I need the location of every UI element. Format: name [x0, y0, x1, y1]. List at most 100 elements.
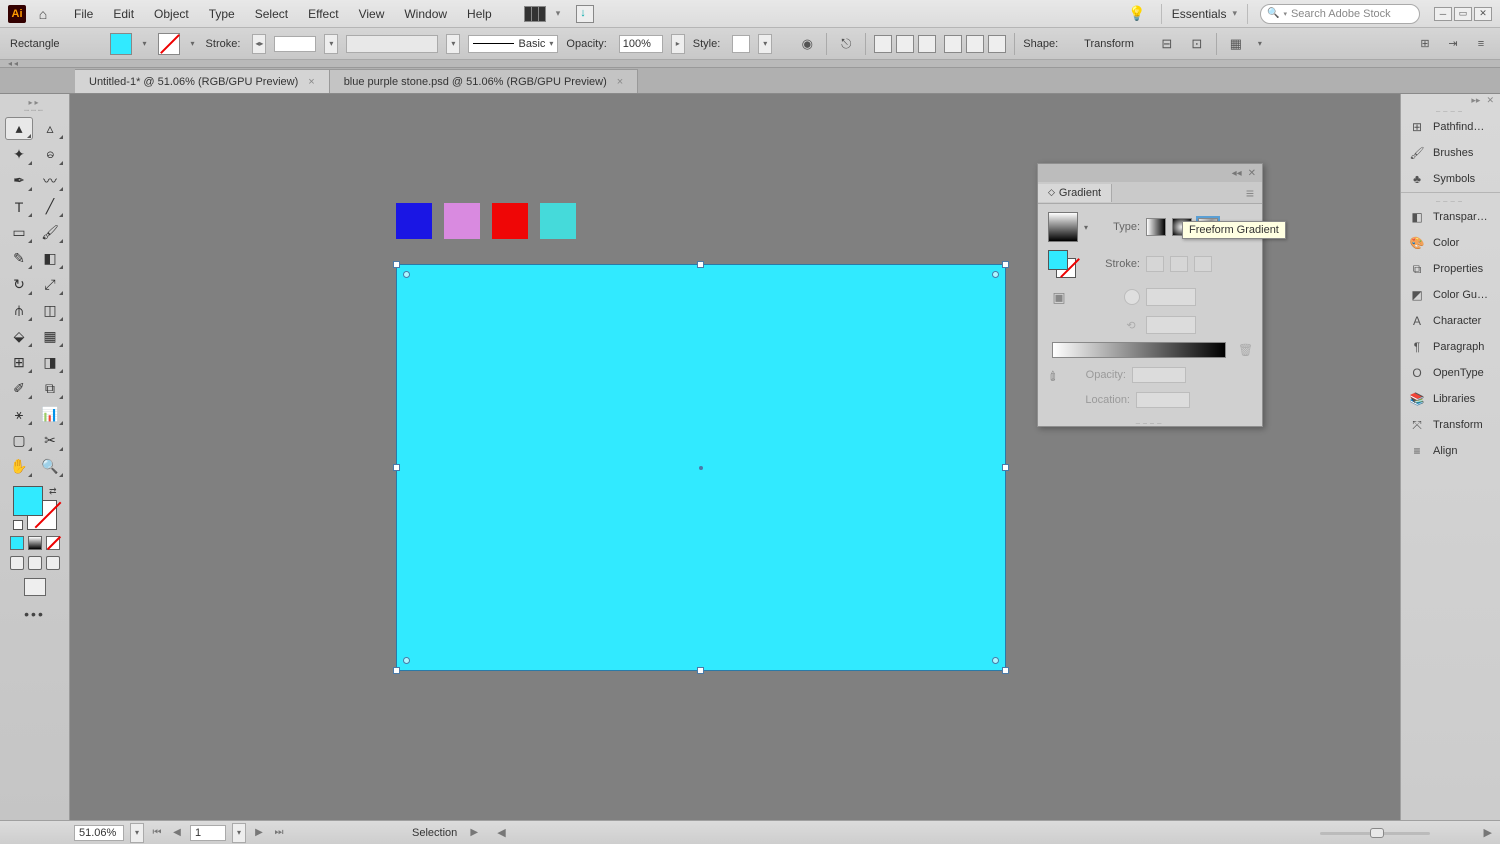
panel-grip[interactable]: ▸▸ — [28, 98, 40, 106]
last-artboard-button[interactable]: ⏭ — [272, 826, 286, 840]
pen-tool[interactable]: ✒ — [5, 169, 33, 192]
panel-menu-icon[interactable]: ≡ — [1238, 185, 1262, 201]
stop-opacity-dropdown[interactable] — [1132, 367, 1186, 383]
magic-wand-tool[interactable]: ✦ — [5, 143, 33, 166]
resize-handle-s[interactable] — [697, 667, 704, 674]
align-to-icon[interactable]: ⎋ — [835, 33, 857, 55]
variable-width-profile[interactable] — [346, 35, 438, 53]
resize-handle-w[interactable] — [393, 464, 400, 471]
panel-grip[interactable]: ┈┈┈ — [24, 106, 44, 114]
panel-libraries[interactable]: 📚Libraries — [1401, 386, 1500, 412]
prev-artboard-button[interactable]: ◀ — [170, 826, 184, 840]
panel-character[interactable]: ACharacter — [1401, 308, 1500, 334]
variable-width-dropdown[interactable]: ▾ — [446, 34, 460, 54]
horizontal-scrollbar[interactable] — [1320, 826, 1430, 840]
line-tool[interactable]: ╱ — [36, 195, 64, 218]
default-fill-stroke-icon[interactable] — [13, 520, 23, 530]
shaper-tool[interactable]: ✎ — [5, 247, 33, 270]
gradient-mode-icon[interactable] — [28, 536, 42, 550]
fill-mini[interactable] — [1048, 250, 1068, 270]
swap-fill-stroke-icon[interactable]: ⇄ — [49, 486, 57, 497]
snap-icon[interactable]: ⇥ — [1444, 35, 1462, 53]
collapse-icon[interactable]: ◂◂ — [1232, 168, 1242, 179]
align-top-icon[interactable] — [944, 35, 962, 53]
align-vcenter-icon[interactable] — [966, 35, 984, 53]
angle-dropdown[interactable] — [1146, 288, 1196, 306]
hand-tool[interactable]: ✋ — [5, 455, 33, 478]
swatch-blue[interactable] — [396, 203, 432, 239]
edit-contents-icon[interactable]: ⊡ — [1186, 33, 1208, 55]
arrange-dropdown[interactable]: ▾ — [1255, 39, 1265, 48]
document-tab[interactable]: blue purple stone.psd @ 51.06% (RGB/GPU … — [330, 69, 639, 93]
resize-handle-sw[interactable] — [393, 667, 400, 674]
panel-collapse-strip[interactable]: ◂◂ — [0, 60, 1500, 68]
corner-widget-ne[interactable] — [992, 271, 999, 278]
opacity-input[interactable]: 100% — [619, 35, 663, 53]
transform-label[interactable]: Transform — [1084, 38, 1134, 50]
fill-swatch[interactable] — [110, 33, 132, 55]
panel-brushes[interactable]: 🖌Brushes — [1401, 140, 1500, 166]
selection-tool[interactable]: ▴ — [5, 117, 33, 140]
align-hcenter-icon[interactable] — [896, 35, 914, 53]
discover-icon[interactable]: 💡 — [1127, 4, 1147, 24]
panel-color-guide[interactable]: ◩Color Gu… — [1401, 282, 1500, 308]
swatch-red[interactable] — [492, 203, 528, 239]
draw-inside-icon[interactable] — [46, 556, 60, 570]
gpu-preview-icon[interactable] — [576, 5, 594, 23]
draw-behind-icon[interactable] — [28, 556, 42, 570]
menu-effect[interactable]: Effect — [300, 3, 346, 25]
color-mode-icon[interactable] — [10, 536, 24, 550]
artboard-number-input[interactable]: 1 — [190, 825, 226, 841]
artboard-dropdown[interactable]: ▾ — [232, 823, 246, 843]
resize-handle-se[interactable] — [1002, 667, 1009, 674]
stroke-gradient-across[interactable] — [1194, 256, 1212, 272]
stroke-weight-dropdown[interactable]: ▾ — [324, 34, 338, 54]
panel-transform[interactable]: ⤧Transform — [1401, 412, 1500, 438]
panel-resize-grip[interactable]: ┈┈┈┈ — [1038, 420, 1262, 426]
close-button[interactable]: ✕ — [1474, 7, 1492, 21]
none-mode-icon[interactable] — [46, 536, 60, 550]
panel-symbols[interactable]: ♣Symbols — [1401, 166, 1500, 192]
panel-opentype[interactable]: OOpenType — [1401, 360, 1500, 386]
panel-transparency[interactable]: ◧Transpar… — [1401, 204, 1500, 230]
gradient-preset-dropdown[interactable]: ▾ — [1084, 223, 1094, 232]
panel-paragraph[interactable]: ¶Paragraph — [1401, 334, 1500, 360]
gradient-fill-stroke[interactable] — [1048, 250, 1076, 278]
stroke-swatch[interactable] — [158, 33, 180, 55]
menu-window[interactable]: Window — [396, 3, 455, 25]
arrange-documents[interactable]: ▾ — [524, 5, 595, 23]
menu-help[interactable]: Help — [459, 3, 500, 25]
perspective-grid-tool[interactable]: ▦ — [36, 325, 64, 348]
mesh-tool[interactable]: ⊞ — [5, 351, 33, 374]
stroke-weight-stepper[interactable]: ◂▸ — [252, 34, 266, 54]
scroll-right-icon[interactable]: ▶ — [1484, 826, 1492, 839]
type-tool[interactable]: T — [5, 195, 33, 218]
close-tab-icon[interactable]: × — [308, 76, 314, 88]
collapse-icon[interactable]: ▸▸ — [1471, 95, 1480, 107]
grid-icon[interactable]: ⊞ — [1416, 35, 1434, 53]
corner-widget-se[interactable] — [992, 657, 999, 664]
swatch-cyan[interactable] — [540, 203, 576, 239]
shape-builder-tool[interactable]: ⬙ — [5, 325, 33, 348]
menu-file[interactable]: File — [66, 3, 101, 25]
isolate-icon[interactable]: ⊟ — [1156, 33, 1178, 55]
search-input[interactable]: 🔍▾ Search Adobe Stock — [1260, 4, 1420, 24]
panel-pathfinder[interactable]: ⊞Pathfind… — [1401, 114, 1500, 140]
stroke-gradient-within[interactable] — [1146, 256, 1164, 272]
screen-mode-icon[interactable] — [24, 578, 46, 596]
arrange-icon[interactable]: ▦ — [1225, 33, 1247, 55]
artboard-tool[interactable]: ▢ — [5, 429, 33, 452]
stop-location-dropdown[interactable] — [1136, 392, 1190, 408]
first-artboard-button[interactable]: ⏮ — [150, 826, 164, 840]
menu-select[interactable]: Select — [247, 3, 296, 25]
edit-toolbar-icon[interactable]: ••• — [24, 606, 45, 622]
next-artboard-button[interactable]: ▶ — [252, 826, 266, 840]
maximize-button[interactable]: ▭ — [1454, 7, 1472, 21]
align-bottom-icon[interactable] — [988, 35, 1006, 53]
stroke-weight-input[interactable] — [274, 36, 316, 52]
direct-selection-tool[interactable]: ▵ — [36, 117, 64, 140]
panel-align[interactable]: ≡Align — [1401, 438, 1500, 464]
free-transform-tool[interactable]: ◫ — [36, 299, 64, 322]
resize-handle-nw[interactable] — [393, 261, 400, 268]
eraser-tool[interactable]: ◧ — [36, 247, 64, 270]
